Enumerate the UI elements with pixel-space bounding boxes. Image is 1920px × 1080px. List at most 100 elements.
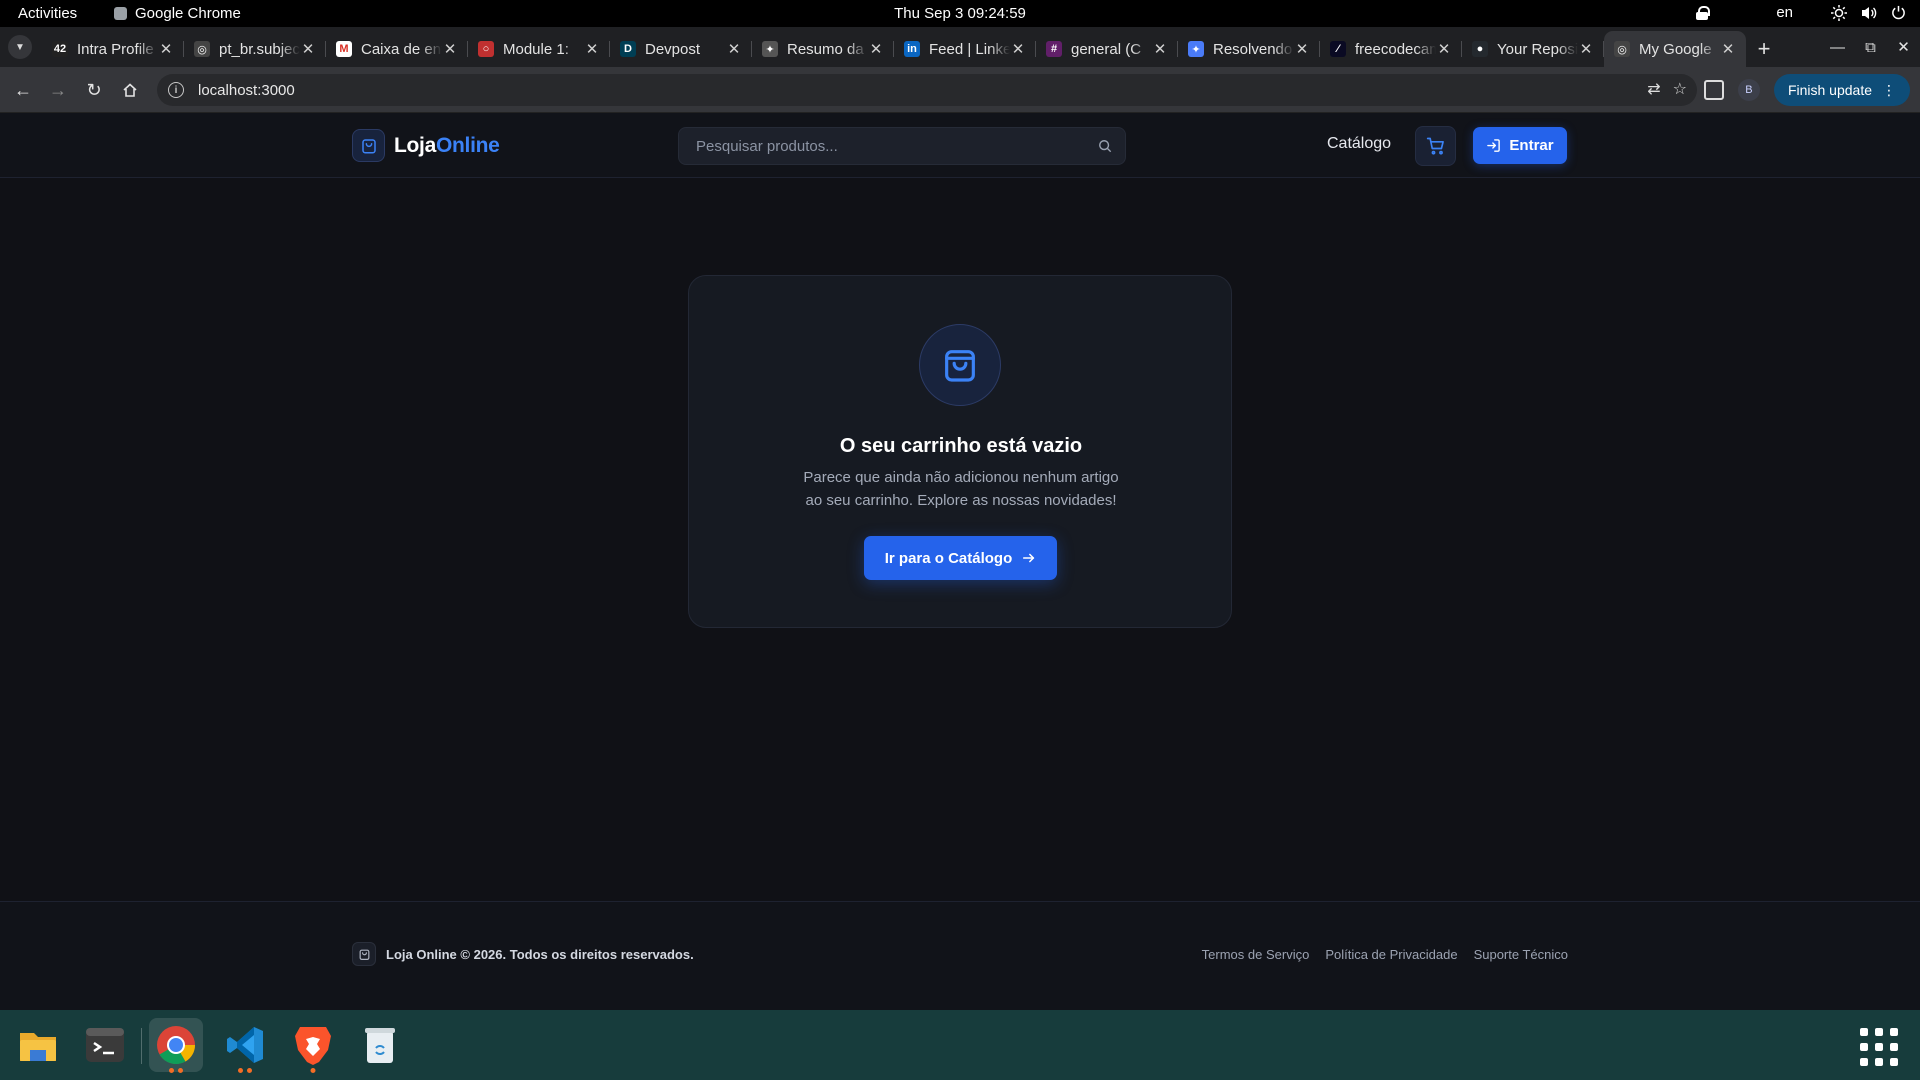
logo-text-loja: Loja <box>394 133 436 157</box>
browser-tab[interactable]: M Caixa de entrada✕ <box>326 31 468 67</box>
tab-title: My Google <box>1639 40 1712 58</box>
maximize-icon[interactable]: ⧉ <box>1854 39 1887 56</box>
close-tab-icon[interactable]: ✕ <box>1152 40 1168 58</box>
profile-avatar[interactable]: B <box>1737 79 1760 101</box>
browser-tab[interactable]: D Devpost ✕ <box>610 31 752 67</box>
tab-title: Feed | LinkedIn <box>929 40 1010 58</box>
brightness-icon <box>1831 4 1847 21</box>
trash-icon[interactable] <box>353 1018 407 1072</box>
system-top-bar: Activities Google Chrome Thu Sep 3 09:24… <box>0 0 1920 27</box>
browser-tab[interactable]: ✦ Resolvendo ✕ <box>1178 31 1320 67</box>
chrome-icon[interactable] <box>149 1018 203 1073</box>
terminal-icon[interactable] <box>78 1018 132 1072</box>
active-app-name: Google Chrome <box>135 5 241 22</box>
dock <box>0 1010 1920 1080</box>
chrome-app-icon <box>114 7 127 20</box>
browser-tab[interactable]: ● Your Repositories✕ <box>1462 31 1604 67</box>
site-info-icon[interactable]: i <box>168 82 184 98</box>
tab-title: Module 1: <box>503 40 569 58</box>
site-logo[interactable]: LojaOnline <box>352 129 500 162</box>
dock-separator <box>141 1028 142 1064</box>
empty-cart-description-line2: ao seu carrinho. Explore as nossas novid… <box>805 492 1117 509</box>
close-tab-icon[interactable]: ✕ <box>584 40 600 58</box>
browser-tab[interactable]: ◎ pt_br.subject ✕ <box>184 31 326 67</box>
tab-title: Caixa de entrada <box>361 40 442 58</box>
vscode-icon[interactable] <box>218 1018 272 1073</box>
browser-tab[interactable]: ◎ My Google ✕ <box>1604 31 1746 67</box>
language-indicator[interactable]: en <box>1776 4 1793 21</box>
site-header: LojaOnline Catálogo Entrar <box>0 113 1920 178</box>
go-to-catalog-button[interactable]: Ir para o Catálogo <box>864 536 1057 580</box>
close-window-icon[interactable]: ✕ <box>1887 38 1920 56</box>
browser-tab[interactable]: 42 Intra Profile ✕ <box>42 31 184 67</box>
close-tab-icon[interactable]: ✕ <box>726 40 742 58</box>
tab-title: Intra Profile <box>77 40 154 58</box>
clock[interactable]: Thu Sep 3 09:24:59 <box>894 5 1026 22</box>
show-apps-icon[interactable] <box>1860 1028 1898 1066</box>
close-tab-icon[interactable]: ✕ <box>300 40 316 58</box>
tab-title: pt_br.subject <box>219 40 300 58</box>
brave-icon[interactable] <box>286 1018 340 1073</box>
close-tab-icon[interactable]: ✕ <box>158 40 174 58</box>
home-icon[interactable] <box>117 77 143 103</box>
bookmark-star-icon[interactable]: ☆ <box>1673 79 1687 99</box>
devpost-icon: D <box>620 41 636 57</box>
close-tab-icon[interactable]: ✕ <box>1578 40 1594 58</box>
files-icon[interactable] <box>11 1018 65 1072</box>
new-tab-icon[interactable]: + <box>1746 31 1782 67</box>
browser-tab[interactable]: ○ Module 1: ✕ <box>468 31 610 67</box>
search-input[interactable] <box>679 137 1085 155</box>
globe-icon: ◎ <box>194 41 210 57</box>
site-footer: Loja Online © 2026. Todos os direitos re… <box>0 901 1920 1010</box>
extensions-icon[interactable] <box>1703 80 1724 100</box>
search-icon[interactable] <box>1085 139 1125 153</box>
window-controls: — ⧉ ✕ <box>1821 27 1920 67</box>
browser-tab[interactable]: in Feed | LinkedIn✕ <box>894 31 1036 67</box>
linkedin-icon: in <box>904 41 920 57</box>
close-tab-icon[interactable]: ✕ <box>1294 40 1310 58</box>
close-tab-icon[interactable]: ✕ <box>868 40 884 58</box>
footer-copyright: Loja Online © 2026. Todos os direitos re… <box>386 946 694 962</box>
tab-title: freecodecamp <box>1355 40 1436 58</box>
module-icon: ○ <box>478 41 494 57</box>
lock-icon <box>1696 5 1711 20</box>
cart-button[interactable] <box>1415 126 1456 166</box>
close-tab-icon[interactable]: ✕ <box>442 40 458 58</box>
gemini-icon: ✦ <box>1188 41 1204 57</box>
cart-icon <box>1426 137 1444 155</box>
system-tray[interactable]: en <box>1696 4 1906 21</box>
nav-catalog-link[interactable]: Catálogo <box>1327 135 1391 153</box>
url-text: localhost:3000 <box>198 81 295 99</box>
close-tab-icon[interactable]: ✕ <box>1010 40 1026 58</box>
logo-text-online: Online <box>435 133 500 157</box>
login-button[interactable]: Entrar <box>1473 127 1567 164</box>
power-icon <box>1892 5 1905 20</box>
browser-tab[interactable]: # general (C ✕ <box>1036 31 1178 67</box>
footer-link-terms[interactable]: Termos de Serviço <box>1202 947 1310 962</box>
address-bar[interactable]: i localhost:3000 ⇄ ☆ <box>157 74 1697 106</box>
browser-tabstrip: ▼ 42 Intra Profile ✕ ◎ pt_br.subject ✕ M Caixa … <box>0 27 1920 67</box>
tab-title: general (C <box>1071 40 1142 58</box>
tab-search-button[interactable]: ▼ <box>8 35 32 59</box>
activities-button[interactable]: Activities <box>18 5 77 22</box>
finish-update-button[interactable]: Finish update ⋮ <box>1773 74 1910 106</box>
volume-icon <box>1862 6 1877 19</box>
slack-icon: # <box>1046 41 1062 57</box>
minimize-icon[interactable]: — <box>1821 39 1854 56</box>
empty-cart-description-line1: Parece que ainda não adicionou nenhum ar… <box>803 469 1119 486</box>
empty-cart-card: O seu carrinho está vazio Parece que ain… <box>688 275 1232 628</box>
arrow-right-icon <box>1023 553 1035 563</box>
forward-icon[interactable]: → <box>45 77 71 103</box>
reload-icon[interactable]: ↻ <box>81 77 107 103</box>
empty-bag-icon <box>919 324 1001 406</box>
footer-link-privacy[interactable]: Política de Privacidade <box>1325 947 1457 962</box>
browser-tab[interactable]: ⁄ freecodecamp✕ <box>1320 31 1462 67</box>
browser-tab[interactable]: ✦ Resumo da ✕ <box>752 31 894 67</box>
close-tab-icon[interactable]: ✕ <box>1720 40 1736 58</box>
footer-link-support[interactable]: Suporte Técnico <box>1474 947 1568 962</box>
back-icon[interactable]: ← <box>10 77 36 103</box>
close-tab-icon[interactable]: ✕ <box>1436 40 1452 58</box>
shopping-bag-icon <box>352 129 385 162</box>
active-app-menu[interactable]: Google Chrome <box>114 5 241 22</box>
translate-icon[interactable]: ⇄ <box>1647 79 1660 99</box>
